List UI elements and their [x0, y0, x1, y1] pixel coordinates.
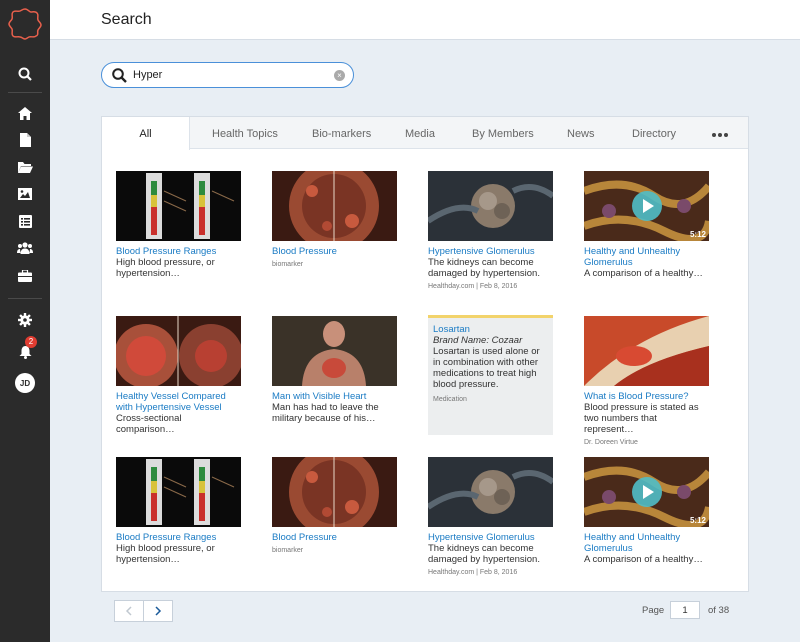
- notification-badge: 2: [25, 336, 37, 348]
- result-title[interactable]: Healthy and Unhealthy Glomerulus: [584, 246, 709, 268]
- page-total: of 38: [708, 605, 730, 616]
- thumbnail-kidney[interactable]: [428, 171, 553, 241]
- tab-all[interactable]: All: [102, 117, 190, 150]
- result-description: High blood pressure, or hypertension…: [116, 543, 215, 565]
- pager: [114, 600, 173, 622]
- result-description: A comparison of a healthy…: [584, 554, 703, 565]
- result-card[interactable]: Healthy Vessel Compared with Hypertensiv…: [116, 316, 241, 435]
- video-duration: 5:12: [689, 516, 706, 525]
- tab-news[interactable]: News: [567, 117, 595, 149]
- thumbnail-kidney[interactable]: [428, 457, 553, 527]
- tab-directory[interactable]: Directory: [632, 117, 676, 149]
- thumbnail-gauge[interactable]: [116, 171, 241, 241]
- result-title[interactable]: Man with Visible Heart: [272, 391, 397, 402]
- results-panel: All Health Topics Bio-markers Media By M…: [101, 116, 749, 592]
- avatar[interactable]: JD: [15, 373, 35, 393]
- result-card[interactable]: Blood Pressure biomarker: [272, 171, 397, 268]
- tab-bar: All Health Topics Bio-markers Media By M…: [102, 117, 748, 150]
- video-duration: 5:12: [689, 230, 706, 239]
- search-box[interactable]: ×: [101, 62, 354, 88]
- result-title[interactable]: Blood Pressure: [272, 532, 397, 543]
- tab-health-topics[interactable]: Health Topics: [212, 117, 278, 149]
- gear-icon[interactable]: [13, 308, 37, 332]
- play-icon[interactable]: [632, 477, 662, 507]
- image-icon[interactable]: [13, 182, 37, 206]
- result-card[interactable]: Blood Pressure Ranges High blood pressur…: [116, 171, 241, 279]
- result-meta: Healthday.com | Feb 8, 2016: [428, 569, 518, 576]
- result-card[interactable]: 5:12 Healthy and Unhealthy Glomerulus A …: [584, 457, 709, 565]
- chevron-left-icon: [125, 606, 132, 616]
- more-tabs-icon[interactable]: [712, 133, 728, 137]
- thumbnail-vessel[interactable]: [272, 457, 397, 527]
- result-description: High blood pressure, or hypertension…: [116, 257, 215, 279]
- thumbnail-video[interactable]: 5:12: [584, 171, 709, 241]
- prev-page-button[interactable]: [115, 601, 144, 621]
- result-description: The kidneys can become damaged by hypert…: [428, 257, 540, 279]
- sidebar: 2 JD: [0, 0, 50, 642]
- clear-search-icon[interactable]: ×: [334, 70, 345, 81]
- brand-name: Brand Name: Cozaar: [433, 335, 523, 346]
- document-icon[interactable]: [13, 128, 37, 152]
- result-card[interactable]: Hypertensive Glomerulus The kidneys can …: [428, 457, 553, 576]
- home-icon[interactable]: [13, 101, 37, 125]
- result-description: Man has had to leave the military becaus…: [272, 402, 379, 424]
- result-title[interactable]: Healthy Vessel Compared with Hypertensiv…: [116, 391, 241, 413]
- thumbnail-video[interactable]: 5:12: [584, 457, 709, 527]
- result-description: The kidneys can become damaged by hypert…: [428, 543, 540, 565]
- result-title[interactable]: Blood Pressure Ranges: [116, 246, 241, 257]
- list-icon[interactable]: [13, 209, 37, 233]
- search-icon: [112, 68, 127, 83]
- page-number-input[interactable]: [670, 601, 700, 619]
- page-label: Page: [642, 605, 665, 616]
- result-description: Cross-sectional comparison…: [116, 413, 182, 435]
- top-bar: Search: [50, 0, 800, 40]
- sidebar-divider: [8, 298, 42, 299]
- search-icon[interactable]: [13, 62, 37, 86]
- result-card[interactable]: Hypertensive Glomerulus The kidneys can …: [428, 171, 553, 290]
- play-icon[interactable]: [632, 191, 662, 221]
- result-title[interactable]: Healthy and Unhealthy Glomerulus: [584, 532, 709, 554]
- result-card[interactable]: What is Blood Pressure? Blood pressure i…: [584, 316, 709, 446]
- thumbnail-vessel-compare[interactable]: [116, 316, 241, 386]
- briefcase-icon[interactable]: [13, 264, 37, 288]
- thumbnail-gauge[interactable]: [116, 457, 241, 527]
- result-title[interactable]: What is Blood Pressure?: [584, 391, 709, 402]
- result-title[interactable]: Blood Pressure Ranges: [116, 532, 241, 543]
- medication-card[interactable]: Losartan Brand Name: Cozaar Losartan is …: [428, 315, 553, 435]
- bell-icon[interactable]: 2: [13, 336, 37, 364]
- thumbnail-man[interactable]: [272, 316, 397, 386]
- result-title[interactable]: Hypertensive Glomerulus: [428, 532, 553, 543]
- result-meta: biomarker: [272, 547, 304, 554]
- result-title[interactable]: Losartan: [433, 324, 548, 335]
- result-card[interactable]: Blood Pressure Ranges High blood pressur…: [116, 457, 241, 565]
- result-title[interactable]: Blood Pressure: [272, 246, 397, 257]
- chevron-right-icon: [155, 606, 161, 616]
- tab-bio-markers[interactable]: Bio-markers: [312, 117, 371, 149]
- result-card[interactable]: Losartan Brand Name: Cozaar Losartan is …: [428, 315, 553, 435]
- result-meta: biomarker: [272, 261, 304, 268]
- result-description: A comparison of a healthy…: [584, 268, 703, 279]
- logo-icon[interactable]: [8, 6, 42, 40]
- search-input[interactable]: [133, 67, 333, 83]
- result-description: Losartan is used alone or in combination…: [433, 346, 540, 390]
- result-title[interactable]: Hypertensive Glomerulus: [428, 246, 553, 257]
- folder-icon[interactable]: [13, 155, 37, 179]
- result-description: Blood pressure is stated as two numbers …: [584, 402, 699, 435]
- group-icon[interactable]: [13, 236, 37, 260]
- result-card[interactable]: Man with Visible Heart Man has had to le…: [272, 316, 397, 424]
- sidebar-divider: [8, 92, 42, 93]
- next-page-button[interactable]: [144, 601, 172, 621]
- result-card[interactable]: 5:12 Healthy and Unhealthy Glomerulus A …: [584, 171, 709, 279]
- result-meta: Dr. Doreen Virtue: [584, 439, 638, 446]
- result-card[interactable]: Blood Pressure biomarker: [272, 457, 397, 554]
- result-meta: Healthday.com | Feb 8, 2016: [428, 283, 518, 290]
- tab-by-members[interactable]: By Members: [472, 117, 534, 149]
- tab-media[interactable]: Media: [405, 117, 435, 149]
- thumbnail-artery[interactable]: [584, 316, 709, 386]
- page-title: Search: [101, 11, 152, 28]
- result-meta: Medication: [433, 396, 467, 403]
- thumbnail-vessel[interactable]: [272, 171, 397, 241]
